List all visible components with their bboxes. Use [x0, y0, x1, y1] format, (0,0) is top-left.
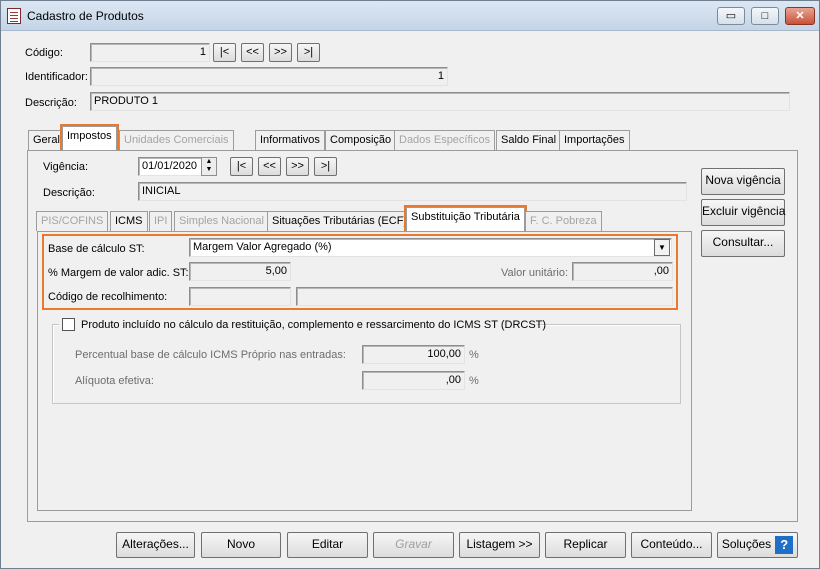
vigencia-last-button[interactable]: >| [314, 157, 337, 176]
percentual-base-field[interactable]: 100,00 [362, 345, 465, 364]
descricao-label: Descrição: [25, 97, 77, 109]
alteracoes-button[interactable]: Alterações... [116, 532, 195, 558]
window-title: Cadastro de Produtos [27, 9, 144, 23]
codigo-field[interactable]: 1 [90, 43, 210, 62]
vigencia-prev-button[interactable]: << [258, 157, 281, 176]
vigencia-first-button[interactable]: |< [230, 157, 253, 176]
solucoes-button[interactable]: Soluções? [717, 532, 798, 558]
solucoes-label: Soluções [721, 537, 772, 551]
consultar-button[interactable]: Consultar... [701, 230, 785, 257]
base-calculo-st-select[interactable]: Margem Valor Agregado (%) [189, 238, 672, 257]
base-calculo-st-label: Base de cálculo ST: [48, 243, 145, 255]
codigo-label: Código: [25, 47, 63, 59]
spin-up-icon[interactable]: ▲ [202, 158, 216, 166]
nova-vigencia-button[interactable]: Nova vigência [701, 168, 785, 195]
drcst-groupbox [52, 324, 681, 404]
tab-saldo-final[interactable]: Saldo Final [496, 130, 562, 150]
help-icon: ? [775, 535, 794, 554]
drcst-checkbox-label: Produto incluído no cálculo da restituiç… [81, 319, 547, 331]
gravar-button[interactable]: Gravar [373, 532, 454, 558]
excluir-vigencia-button[interactable]: Excluir vigência [701, 199, 785, 226]
product-window: Cadastro de Produtos ▭ □ ✕ Código: 1 |< … [0, 0, 820, 569]
subtab-substituicao-tributaria[interactable]: Substituição Tributária [404, 205, 527, 233]
spin-down-icon[interactable]: ▼ [202, 166, 216, 174]
identificador-label: Identificador: [25, 71, 88, 83]
base-calculo-st-value: Margem Valor Agregado (%) [193, 241, 332, 253]
chevron-down-icon[interactable]: ▼ [654, 239, 670, 256]
aliquota-efetiva-label: Alíquota efetiva: [75, 375, 154, 387]
percentual-sign: % [469, 349, 479, 361]
codigo-prev-button[interactable]: << [241, 43, 264, 62]
aliquota-efetiva-field[interactable]: ,00 [362, 371, 465, 390]
maximize-button[interactable]: □ [751, 7, 779, 25]
margem-valor-label: % Margem de valor adic. ST: [48, 267, 189, 279]
valor-unitario-field[interactable]: ,00 [572, 262, 673, 281]
vigencia-spinner[interactable]: ▲ ▼ [201, 157, 217, 176]
vigencia-descricao-field[interactable]: INICIAL [138, 182, 687, 201]
subtab-simples-nacional[interactable]: Simples Nacional [174, 211, 269, 231]
tab-dados-especificos[interactable]: Dados Específicos [394, 130, 496, 150]
codigo-last-button[interactable]: >| [297, 43, 320, 62]
descricao-field[interactable]: PRODUTO 1 [90, 92, 790, 111]
tab-composicao[interactable]: Composição [325, 130, 397, 150]
codigo-first-button[interactable]: |< [213, 43, 236, 62]
close-button[interactable]: ✕ [785, 7, 815, 25]
tab-impostos[interactable]: Impostos [60, 124, 119, 152]
title-bar: Cadastro de Produtos ▭ □ ✕ [1, 1, 819, 31]
codigo-next-button[interactable]: >> [269, 43, 292, 62]
minimize-button[interactable]: ▭ [717, 7, 745, 25]
margem-valor-field[interactable]: 5,00 [189, 262, 291, 281]
vigencia-descricao-label: Descrição: [43, 187, 95, 199]
conteudo-button[interactable]: Conteúdo... [631, 532, 712, 558]
vigencia-next-button[interactable]: >> [286, 157, 309, 176]
subtab-situacoes-tributarias[interactable]: Situações Tributárias (ECF) [267, 211, 413, 231]
editar-button[interactable]: Editar [287, 532, 368, 558]
novo-button[interactable]: Novo [201, 532, 281, 558]
subtab-ipi[interactable]: IPI [149, 211, 173, 231]
identificador-field[interactable]: 1 [90, 67, 448, 86]
tab-unidades-comerciais[interactable]: Unidades Comerciais [119, 130, 234, 150]
aliquota-sign: % [469, 375, 479, 387]
drcst-checkbox[interactable] [62, 318, 75, 331]
subtab-pis-cofins[interactable]: PIS/COFINS [36, 211, 109, 231]
valor-unitario-label: Valor unitário: [501, 267, 569, 279]
subtab-fc-pobreza[interactable]: F. C. Pobreza [525, 211, 602, 231]
tab-importacoes[interactable]: Importações [559, 130, 630, 150]
codigo-recolhimento-descricao [296, 287, 673, 306]
codigo-recolhimento-label: Código de recolhimento: [48, 291, 168, 303]
vigencia-label: Vigência: [43, 161, 89, 173]
listagem-button[interactable]: Listagem >> [459, 532, 540, 558]
percentual-base-label: Percentual base de cálculo ICMS Próprio … [75, 349, 346, 361]
tab-informativos[interactable]: Informativos [255, 130, 325, 150]
codigo-recolhimento-field[interactable] [189, 287, 291, 306]
subtab-icms[interactable]: ICMS [110, 211, 148, 231]
document-icon [7, 8, 21, 24]
tab-geral[interactable]: Geral [28, 130, 65, 150]
vigencia-field[interactable]: 01/01/2020 [138, 157, 202, 176]
replicar-button[interactable]: Replicar [545, 532, 626, 558]
